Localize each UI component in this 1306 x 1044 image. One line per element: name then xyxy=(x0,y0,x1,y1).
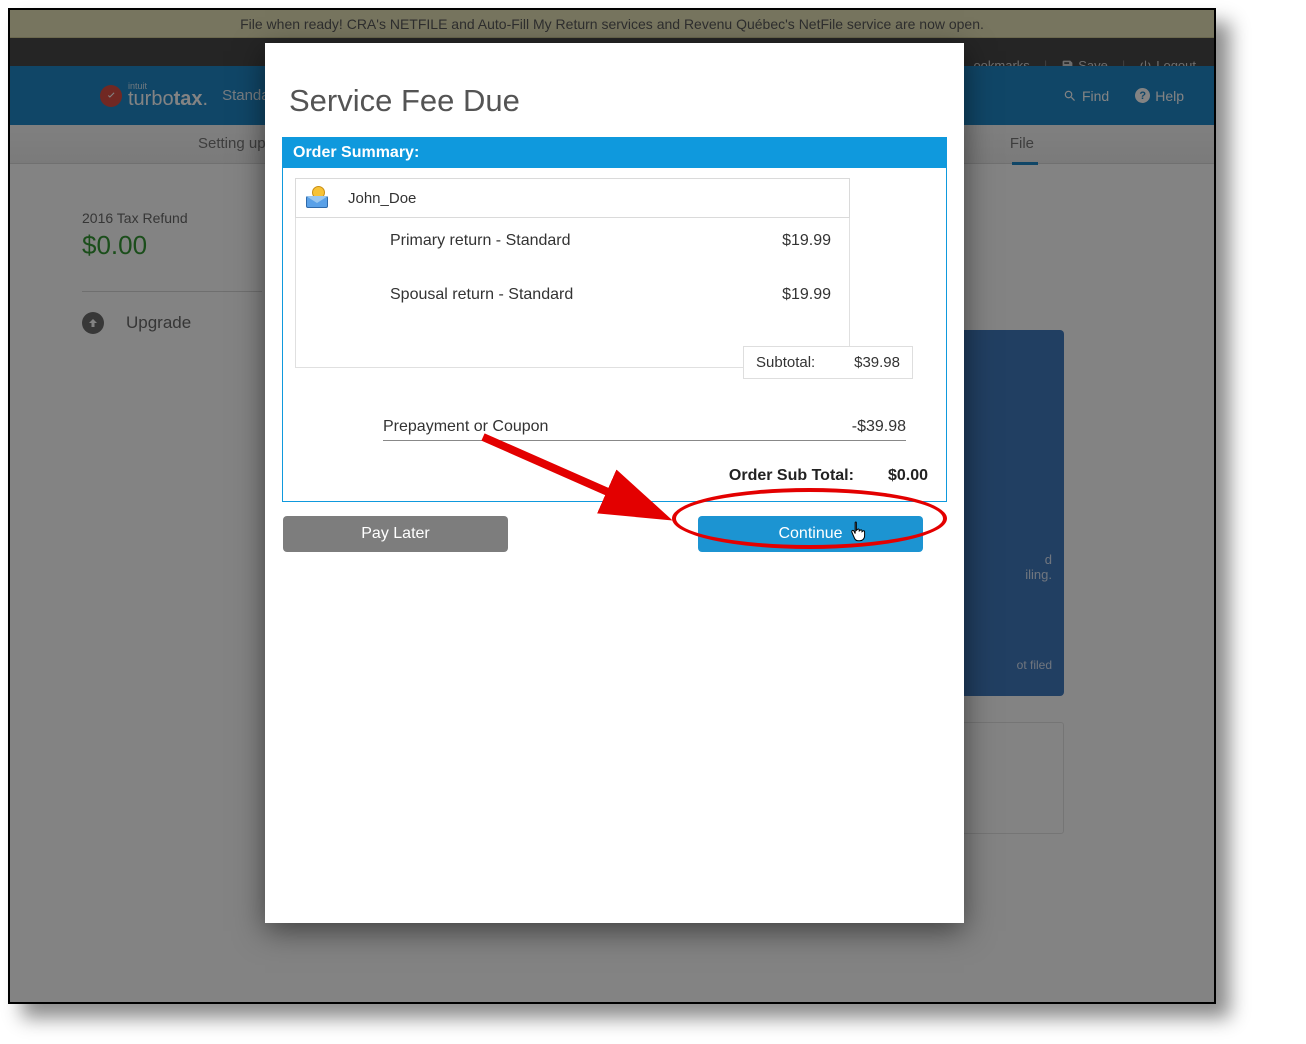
user-row: John_Doe xyxy=(295,178,850,218)
line-item-price: $19.99 xyxy=(782,232,831,250)
line-items-area: Primary return - Standard $19.99 Spousal… xyxy=(295,218,850,368)
order-total-row: Order Sub Total: $0.00 xyxy=(383,467,928,485)
subtotal-label: Subtotal: xyxy=(756,354,815,371)
line-item-price: $19.99 xyxy=(782,286,831,304)
order-total-value: $0.00 xyxy=(888,467,928,485)
line-item: Primary return - Standard $19.99 xyxy=(314,232,831,250)
line-item-desc: Spousal return - Standard xyxy=(314,286,573,304)
coupon-value: -$39.98 xyxy=(852,418,906,436)
subtotal-value: $39.98 xyxy=(854,354,900,371)
coupon-label: Prepayment or Coupon xyxy=(383,418,548,436)
subtotal-box: Subtotal: $39.98 xyxy=(743,346,913,379)
order-total-label: Order Sub Total: xyxy=(729,467,854,485)
app-window: File when ready! CRA's NETFILE and Auto-… xyxy=(8,8,1216,1004)
order-summary-box: Order Summary: John_Doe Primary return -… xyxy=(282,137,947,502)
coupon-row: Prepayment or Coupon -$39.98 xyxy=(383,418,906,441)
user-avatar-icon xyxy=(306,188,330,208)
pay-later-button[interactable]: Pay Later xyxy=(283,516,508,552)
line-item: Spousal return - Standard $19.99 xyxy=(314,286,831,304)
line-item-desc: Primary return - Standard xyxy=(314,232,571,250)
order-summary-header: Order Summary: xyxy=(283,138,946,168)
continue-button[interactable]: Continue xyxy=(698,516,923,552)
service-fee-modal: Service Fee Due Order Summary: John_Doe … xyxy=(265,43,964,923)
modal-title: Service Fee Due xyxy=(265,43,964,137)
user-name: John_Doe xyxy=(348,190,416,207)
